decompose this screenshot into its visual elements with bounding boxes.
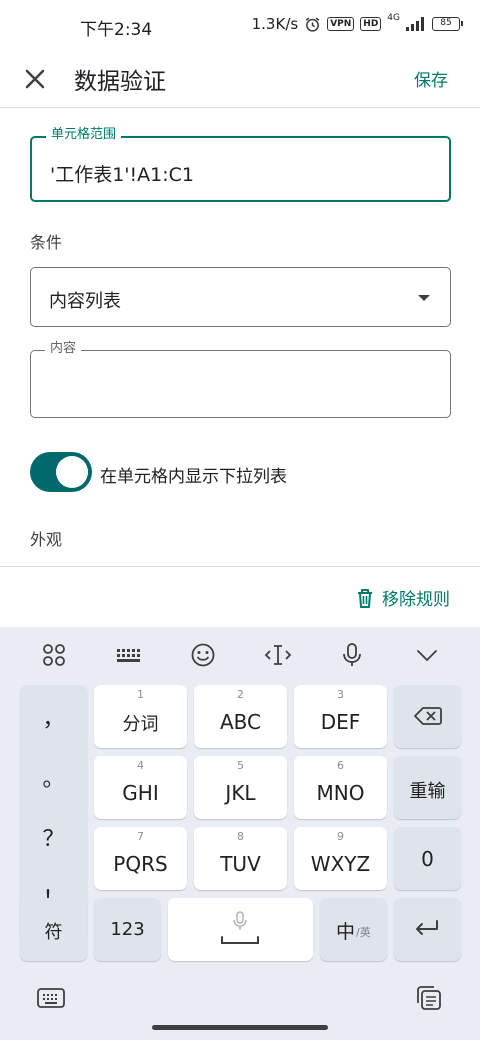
content-label: 内容 (45, 341, 82, 357)
numeric-button[interactable]: 123 (94, 898, 161, 961)
key-5-jkl[interactable]: 5 JKL (194, 756, 287, 819)
show-dropdown-toggle[interactable] (30, 452, 92, 492)
key-9-wxyz[interactable]: 9 WXYZ (294, 827, 387, 890)
backspace-button[interactable] (394, 685, 461, 748)
alarm-icon (305, 17, 320, 32)
symbol-label: 符 (44, 922, 63, 943)
key-label: PQRS (113, 852, 168, 876)
key-8-tuv[interactable]: 8 TUV (194, 827, 287, 890)
toggle-knob (56, 456, 88, 488)
signal-icon (406, 17, 424, 31)
dropdown-arrow-icon (418, 295, 430, 301)
punct-question[interactable]: ？ (20, 821, 87, 853)
key-6-mno[interactable]: 6 MNO (294, 756, 387, 819)
remove-rule-label: 移除规则 (382, 590, 450, 610)
key-number: 4 (137, 759, 144, 772)
vpn-badge: VPN (327, 17, 355, 31)
condition-dropdown[interactable]: 内容列表 (30, 267, 451, 327)
key-number: 9 (337, 830, 344, 843)
key-label: 分词 (122, 714, 159, 735)
status-bar: 下午2:34 1.3K/s VPN HD 4G 85 (0, 0, 480, 52)
key-number: 3 (337, 688, 344, 701)
symbol-button[interactable]: 符 (20, 898, 87, 961)
key-label: DEF (320, 710, 361, 734)
key-3-def[interactable]: 3 DEF (294, 685, 387, 748)
key-1-segment[interactable]: 1 分词 (94, 685, 187, 748)
keyboard-icon[interactable] (114, 641, 142, 669)
content-field[interactable]: 内容 (30, 341, 451, 418)
language-switch-button[interactable]: 中 /英 (320, 898, 387, 961)
clipboard-icon[interactable] (415, 984, 443, 1012)
cell-range-field[interactable]: 单元格范围 '工作表1'!A1:C1 (30, 127, 451, 202)
soft-keyboard: ， 。 ？ ！ 1 分词 2 ABC 3 DEF 4 GHI 5 JKL 6 M… (0, 627, 480, 1040)
home-indicator[interactable] (152, 1025, 328, 1030)
lang-main-label: 中 (336, 921, 356, 943)
key-label: 0 (421, 847, 434, 871)
close-icon[interactable] (18, 62, 52, 96)
reinput-button[interactable]: 重输 (394, 756, 461, 819)
key-0[interactable]: 0 (394, 827, 461, 890)
backspace-icon (414, 707, 442, 725)
hd-badge: HD (360, 17, 382, 31)
key-number: 7 (137, 830, 144, 843)
condition-value: 内容列表 (49, 291, 121, 312)
mic-small-icon (233, 911, 247, 930)
chevron-down-icon[interactable] (413, 641, 441, 669)
keyboard-switch-icon[interactable] (37, 986, 65, 1010)
key-label: JKL (225, 781, 256, 805)
show-dropdown-label: 在单元格内显示下拉列表 (100, 467, 287, 487)
emoji-icon[interactable] (189, 641, 217, 669)
page-title: 数据验证 (74, 69, 166, 95)
reinput-label: 重输 (409, 781, 446, 802)
enter-icon (416, 920, 438, 935)
enter-button[interactable] (394, 898, 461, 961)
space-button[interactable] (168, 898, 313, 961)
divider (0, 566, 480, 567)
key-label: TUV (220, 852, 261, 876)
mic-icon[interactable] (338, 641, 366, 669)
grid-icon[interactable] (40, 641, 68, 669)
app-header: 数据验证 保存 (0, 52, 480, 108)
punct-comma[interactable]: ， (20, 701, 87, 733)
key-number: 6 (337, 759, 344, 772)
key-number: 8 (237, 830, 244, 843)
key-2-abc[interactable]: 2 ABC (194, 685, 287, 748)
space-icon (221, 936, 259, 944)
appearance-label: 外观 (30, 530, 63, 549)
cell-range-label: 单元格范围 (46, 127, 122, 143)
punct-period[interactable]: 。 (20, 761, 87, 793)
numeric-label: 123 (110, 919, 145, 940)
remove-rule-button[interactable]: 移除规则 (356, 585, 450, 610)
trash-icon (358, 588, 372, 608)
key-number: 2 (237, 688, 244, 701)
status-icons: 1.3K/s VPN HD 4G 85 (251, 13, 463, 33)
status-time: 下午2:34 (80, 20, 153, 40)
cell-range-input[interactable]: '工作表1'!A1:C1 (50, 160, 194, 187)
save-button[interactable]: 保存 (414, 66, 448, 91)
key-4-ghi[interactable]: 4 GHI (94, 756, 187, 819)
condition-label: 条件 (30, 233, 63, 252)
key-label: MNO (316, 781, 365, 805)
key-number: 5 (237, 759, 244, 772)
key-7-pqrs[interactable]: 7 PQRS (94, 827, 187, 890)
key-number: 1 (137, 688, 144, 701)
lang-alt-label: /英 (356, 926, 371, 939)
keyboard-toolbar (0, 627, 480, 683)
key-label: ABC (219, 710, 261, 734)
signal-type: 4G (387, 13, 400, 23)
network-speed: 1.3K/s (251, 15, 299, 33)
key-label: GHI (122, 781, 159, 805)
battery-icon: 85 (432, 17, 463, 31)
cursor-icon[interactable] (264, 641, 292, 669)
key-label: WXYZ (310, 852, 371, 876)
